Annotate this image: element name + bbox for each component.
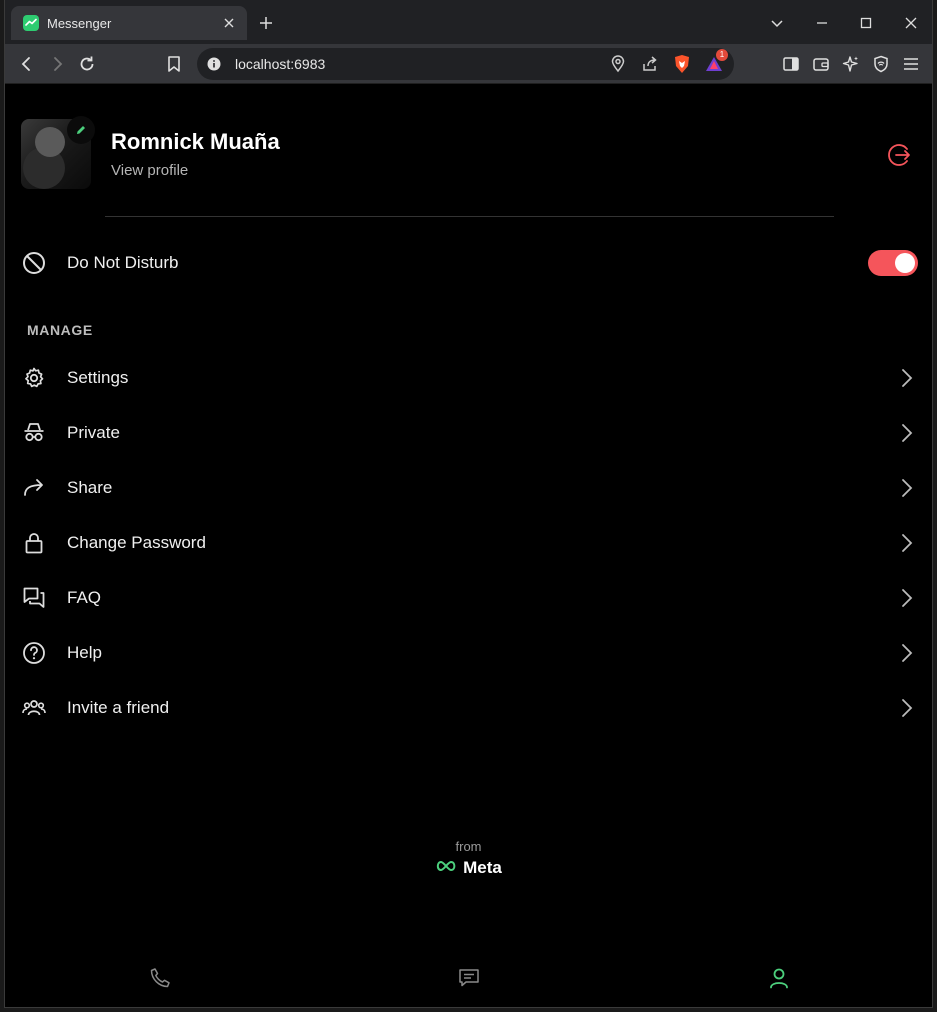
location-pin-icon[interactable] [606, 52, 630, 76]
meta-brand: Meta [5, 858, 932, 878]
profile-divider [105, 216, 834, 217]
url-text: localhost:6983 [235, 56, 326, 72]
back-arrow-icon[interactable] [15, 52, 39, 76]
gear-icon [21, 365, 47, 391]
menu-item-label: Invite a friend [67, 698, 170, 717]
chevron-right-icon [897, 476, 917, 500]
menu-item-invite-friend[interactable]: Invite a friend [5, 683, 932, 733]
tab-messenger[interactable]: Messenger [11, 6, 247, 40]
dnd-label: Do Not Disturb [67, 253, 179, 272]
chevron-right-icon [897, 641, 917, 665]
logout-icon[interactable] [887, 142, 913, 168]
incognito-icon [21, 420, 47, 446]
wallet-icon[interactable] [809, 52, 833, 76]
minimize-icon[interactable] [811, 12, 833, 34]
do-not-disturb-icon [21, 250, 47, 276]
menu-hamburger-icon[interactable] [899, 52, 923, 76]
browser-window: Messenger localhost:6983 1 Romnick Muaña… [4, 0, 933, 1008]
menu-item-label: Share [67, 478, 113, 497]
nav-chats-message-icon[interactable] [457, 966, 481, 990]
lock-icon [21, 530, 47, 556]
brave-shield-icon[interactable] [670, 52, 694, 76]
menu-item-private[interactable]: Private [5, 408, 932, 458]
menu-item-label: FAQ [67, 588, 102, 607]
chevron-right-icon [897, 421, 917, 445]
menu-item-label: Settings [67, 368, 129, 387]
site-info-icon[interactable] [206, 56, 222, 72]
menu-item-label: Private [67, 423, 120, 442]
share-arrow-icon [21, 475, 47, 501]
vpn-shield-icon[interactable] [869, 52, 893, 76]
meta-wordmark: Meta [463, 858, 502, 877]
new-tab-button[interactable] [255, 12, 277, 34]
tab-strip: Messenger [5, 0, 932, 44]
close-tab-icon[interactable] [217, 11, 241, 35]
chevron-right-icon [897, 531, 917, 555]
from-label: from [455, 839, 482, 854]
avatar-photo [35, 127, 65, 157]
nav-profile-user-icon[interactable] [767, 966, 791, 990]
chat-bubbles-icon [21, 585, 47, 611]
rewards-count-badge: 1 [716, 49, 728, 61]
menu-item-change-password[interactable]: Change Password [5, 518, 932, 568]
menu-item-faq[interactable]: FAQ [5, 573, 932, 623]
bookmark-icon[interactable] [162, 52, 186, 76]
chevron-right-icon [897, 366, 917, 390]
messenger-favicon-icon [23, 15, 39, 31]
question-circle-icon [21, 640, 47, 666]
meta-infinity-icon [435, 859, 457, 877]
share-page-icon[interactable] [638, 52, 662, 76]
menu-item-label: Help [67, 643, 102, 662]
menu-item-settings[interactable]: Settings [5, 353, 932, 403]
chevron-right-icon [897, 586, 917, 610]
toggle-knob [895, 253, 915, 273]
manage-section-header: MANAGE [27, 322, 93, 338]
dnd-toggle[interactable] [868, 250, 918, 276]
group-icon [21, 695, 47, 721]
menu-item-label: Change Password [67, 533, 206, 552]
forward-arrow-icon[interactable] [45, 52, 69, 76]
menu-item-help[interactable]: Help [5, 628, 932, 678]
tab-search-chevron-icon[interactable] [766, 12, 788, 34]
messenger-profile-page: Romnick Muaña View profile Do Not Distur… [5, 84, 932, 1007]
reload-icon[interactable] [75, 52, 99, 76]
menu-item-share[interactable]: Share [5, 463, 932, 513]
edit-avatar-pencil-icon[interactable] [67, 116, 95, 144]
leo-ai-sparkle-icon[interactable] [839, 52, 863, 76]
brave-rewards-icon[interactable]: 1 [702, 49, 728, 76]
profile-name: Romnick Muaña [111, 129, 280, 154]
nav-calls-phone-icon[interactable] [148, 966, 172, 990]
close-window-icon[interactable] [900, 12, 922, 34]
dnd-row: Do Not Disturb [5, 238, 932, 288]
sidebar-toggle-icon[interactable] [779, 52, 803, 76]
address-bar[interactable]: localhost:6983 1 [197, 48, 734, 80]
view-profile-link[interactable]: View profile [111, 162, 188, 179]
tab-title: Messenger [47, 15, 112, 31]
maximize-icon[interactable] [855, 12, 877, 34]
chevron-right-icon [897, 696, 917, 720]
browser-toolbar: localhost:6983 1 [5, 44, 932, 84]
